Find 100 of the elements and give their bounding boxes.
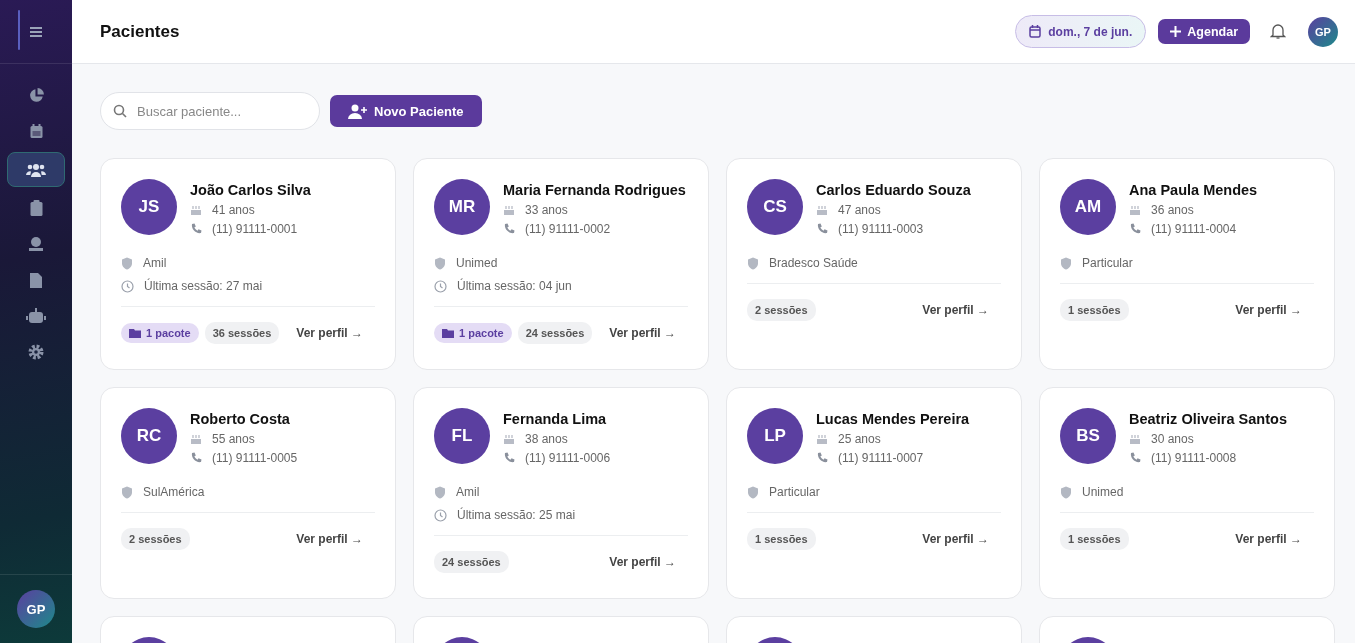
sidebar-nav-item[interactable] — [7, 152, 65, 187]
last-session: Última sessão: 27 mai — [144, 279, 263, 293]
patient-age: 41 anos — [212, 203, 255, 217]
patient-name: Lucas Mendes Pereira — [816, 411, 970, 427]
shield-icon — [434, 485, 446, 499]
patient-phone: (11) 91111-0002 — [525, 222, 611, 236]
users-icon — [26, 161, 46, 178]
patient-avatar: MR — [434, 179, 490, 235]
patient-name: Carlos Eduardo Souza — [816, 182, 971, 198]
patient-age: 38 anos — [525, 432, 568, 446]
patient-phone: (11) 91111-0001 — [212, 222, 298, 236]
date-button[interactable]: dom., 7 de jun. — [1015, 15, 1147, 48]
view-profile-link[interactable]: Ver perfil → — [296, 532, 363, 546]
user-avatar[interactable]: GP — [17, 590, 55, 628]
patient-name: Beatriz Oliveira Santos — [1129, 411, 1287, 427]
shield-icon — [1060, 256, 1072, 270]
phone-icon — [190, 452, 202, 464]
cake-icon — [190, 204, 202, 216]
view-profile-link[interactable]: Ver perfil → — [609, 555, 676, 569]
shield-icon — [121, 256, 133, 270]
clock-icon — [434, 279, 447, 293]
page-title: Pacientes — [100, 21, 180, 42]
sessions-badge: 2 sessões — [747, 299, 816, 321]
sessions-badge: 24 sessões — [434, 551, 509, 573]
shield-icon — [434, 256, 446, 270]
patient-name: Maria Fernanda Rodrigues — [503, 182, 686, 198]
insurance-name: Amil — [456, 485, 480, 499]
shield-icon — [747, 256, 759, 270]
view-profile-link[interactable]: Ver perfil → — [922, 532, 989, 546]
insurance-name: Bradesco Saúde — [769, 256, 858, 270]
patient-age: 25 anos — [838, 432, 881, 446]
calendar-icon — [28, 123, 44, 139]
patient-phone: (11) 91111-0006 — [525, 451, 611, 465]
clock-icon — [121, 279, 134, 293]
schedule-button[interactable]: Agendar — [1158, 19, 1250, 44]
patient-avatar: RC — [121, 408, 177, 464]
phone-icon — [503, 452, 515, 464]
patient-avatar: FL — [434, 408, 490, 464]
shield-icon — [121, 485, 133, 499]
cake-icon — [816, 433, 828, 445]
patient-name: João Carlos Silva — [190, 182, 311, 198]
cake-icon — [1129, 433, 1141, 445]
cake-icon — [816, 204, 828, 216]
sessions-badge: 1 sessões — [1060, 528, 1129, 550]
patient-phone: (11) 91111-0003 — [838, 222, 924, 236]
sessions-badge: 36 sessões — [204, 322, 280, 344]
shield-icon — [1060, 485, 1072, 499]
document-icon — [30, 272, 42, 288]
insurance-name: Particular — [769, 485, 820, 499]
phone-icon — [816, 452, 828, 464]
bell-icon[interactable] — [1270, 23, 1286, 40]
clock-icon — [434, 508, 447, 522]
package-badge: 1 pacote — [121, 323, 199, 343]
phone-icon — [190, 223, 202, 235]
pie-chart-icon — [27, 86, 45, 104]
view-profile-link[interactable]: Ver perfil → — [1235, 532, 1302, 546]
insurance-name: SulAmérica — [143, 485, 205, 499]
patient-age: 33 anos — [525, 203, 568, 217]
settings-icon — [28, 344, 44, 360]
add-user-icon — [348, 103, 368, 119]
insurance-name: Amil — [143, 256, 167, 270]
insurance-name: Unimed — [456, 256, 498, 270]
patient-age: 36 anos — [1151, 203, 1194, 217]
sessions-badge: 24 sessões — [517, 322, 593, 344]
view-profile-link[interactable]: Ver perfil → — [922, 303, 989, 317]
user-avatar[interactable]: GP — [1308, 16, 1338, 47]
patient-avatar: BS — [1060, 408, 1116, 464]
new-patient-button[interactable]: Novo Paciente — [330, 95, 482, 127]
patient-avatar: AM — [1060, 179, 1116, 235]
cake-icon — [503, 204, 515, 216]
calendar-icon — [1029, 25, 1042, 38]
patient-phone: (11) 91111-0007 — [838, 451, 924, 465]
insurance-name: Particular — [1082, 256, 1133, 270]
menu-icon — [29, 25, 43, 38]
shield-icon — [747, 485, 759, 499]
patient-name: Fernanda Lima — [503, 411, 608, 427]
coin-user-icon — [28, 236, 44, 252]
view-profile-link[interactable]: Ver perfil → — [296, 326, 363, 340]
sessions-badge: 2 sessões — [121, 528, 190, 550]
cake-icon — [190, 433, 202, 445]
patient-name: Ana Paula Mendes — [1129, 182, 1258, 198]
sessions-badge: 1 sessões — [747, 528, 816, 550]
view-profile-link[interactable]: Ver perfil → — [1235, 303, 1302, 317]
patient-avatar: LP — [747, 408, 803, 464]
phone-icon — [1129, 452, 1141, 464]
robot-icon — [26, 308, 46, 324]
patient-age: 30 anos — [1151, 432, 1194, 446]
patient-avatar: CS — [747, 179, 803, 235]
phone-icon — [1129, 223, 1141, 235]
package-badge: 1 pacote — [434, 323, 512, 343]
sessions-badge: 1 sessões — [1060, 299, 1129, 321]
view-profile-link[interactable]: Ver perfil → — [609, 326, 676, 340]
patient-age: 47 anos — [838, 203, 881, 217]
clipboard-icon — [29, 200, 43, 216]
last-session: Última sessão: 25 mai — [457, 508, 576, 522]
phone-icon — [816, 223, 828, 235]
patient-phone: (11) 91111-0008 — [1151, 451, 1237, 465]
search-field[interactable]: Buscar paciente... — [100, 92, 320, 130]
cake-icon — [1129, 204, 1141, 216]
patient-phone: (11) 91111-0005 — [212, 451, 298, 465]
